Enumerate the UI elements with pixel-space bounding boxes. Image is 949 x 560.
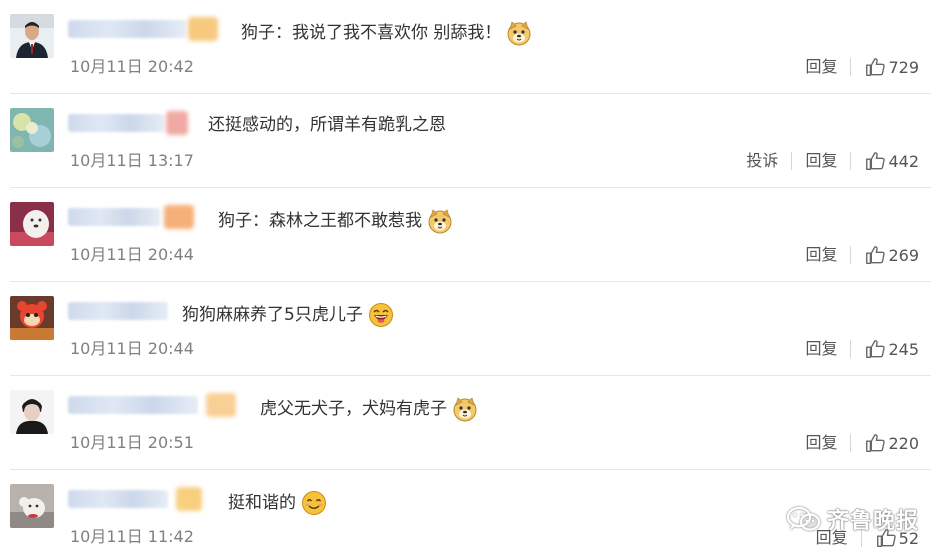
- user-badge: [166, 111, 188, 135]
- comment-item: 狗子：森林之王都不敢惹我 10月11日 20:44 回复 269: [0, 188, 949, 282]
- doge-emoji: [507, 21, 531, 46]
- avatar[interactable]: [10, 108, 54, 152]
- user-badge: [176, 487, 202, 511]
- comment-text: 狗狗麻麻养了5只虎儿子: [182, 305, 363, 325]
- action-separator: [850, 434, 852, 452]
- comment-text-row: 虎父无犬子，犬妈有虎子: [260, 396, 478, 422]
- comment-actions: 回复 269: [805, 243, 919, 267]
- avatar[interactable]: [10, 202, 54, 246]
- smile-emoji: [302, 491, 326, 515]
- wechat-icon: [786, 506, 821, 531]
- avatar-image: [10, 202, 54, 246]
- laughing-emoji: [368, 303, 393, 327]
- comment-time: 10月11日 11:42: [70, 527, 194, 546]
- comment-text: 虎父无犬子，犬妈有虎子: [260, 399, 447, 419]
- username-blurred[interactable]: [68, 20, 186, 38]
- reply-button[interactable]: 回复: [805, 244, 837, 266]
- comment-item: 虎父无犬子，犬妈有虎子 10月11日 20:51 回复 220: [0, 376, 949, 470]
- action-separator: [850, 152, 852, 170]
- action-separator: [850, 246, 852, 264]
- comment-time: 10月11日 20:44: [70, 339, 194, 358]
- avatar-image: [10, 390, 54, 434]
- comment-time: 10月11日 20:42: [70, 57, 194, 76]
- comment-text-row: 狗子：我说了我不喜欢你 别舔我！: [241, 20, 532, 46]
- comment-item: 还挺感动的，所谓羊有跪乳之恩 10月11日 13:17 投诉 回复 442: [0, 94, 949, 188]
- like-count: 442: [888, 151, 919, 171]
- doge-emoji: [453, 397, 477, 422]
- like-button[interactable]: 442: [864, 150, 919, 172]
- avatar[interactable]: [10, 296, 54, 340]
- comment-text: 挺和谐的: [228, 493, 296, 513]
- action-separator: [791, 152, 793, 170]
- comment-text: 还挺感动的，所谓羊有跪乳之恩: [208, 115, 446, 135]
- comment-text-row: 挺和谐的: [228, 490, 327, 516]
- avatar-image: [10, 484, 54, 528]
- thumbs-up-icon: [866, 434, 886, 452]
- reply-button[interactable]: 回复: [805, 56, 837, 78]
- thumbs-up-icon: [866, 58, 886, 76]
- thumbs-up-icon: [866, 246, 886, 264]
- action-separator: [850, 340, 852, 358]
- avatar[interactable]: [10, 484, 54, 528]
- like-count: 269: [888, 245, 919, 265]
- avatar[interactable]: [10, 14, 54, 58]
- user-badge: [164, 205, 194, 229]
- watermark: 齐鲁晚报: [785, 503, 919, 535]
- comment-text: 狗子：我说了我不喜欢你 别舔我！: [241, 23, 502, 43]
- comment-actions: 回复 245: [805, 337, 919, 361]
- comment-time: 10月11日 20:51: [70, 433, 194, 452]
- like-count: 220: [888, 433, 919, 453]
- like-count: 245: [888, 339, 919, 359]
- like-button[interactable]: 269: [864, 244, 919, 266]
- comment-actions: 回复 729: [805, 55, 919, 79]
- comment-text-row: 还挺感动的，所谓羊有跪乳之恩: [208, 114, 446, 136]
- comment-text: 狗子：森林之王都不敢惹我: [218, 211, 422, 231]
- comment-item: 狗子：我说了我不喜欢你 别舔我！ 10月11日 20:42 回复 729: [0, 0, 949, 94]
- avatar-image: [10, 14, 54, 58]
- reply-button[interactable]: 回复: [805, 432, 837, 454]
- comment-text-row: 狗狗麻麻养了5只虎儿子: [182, 302, 394, 328]
- comment-actions: 投诉 回复 442: [746, 149, 919, 173]
- reply-button[interactable]: 回复: [805, 338, 837, 360]
- thumbs-up-icon: [866, 340, 886, 358]
- user-badge: [188, 17, 218, 41]
- like-count: 729: [888, 57, 919, 77]
- user-badge: [206, 393, 236, 417]
- comment-list: 狗子：我说了我不喜欢你 别舔我！ 10月11日 20:42 回复 729 还挺感…: [0, 0, 949, 560]
- thumbs-up-icon: [866, 152, 886, 170]
- comment-actions: 回复 220: [805, 431, 919, 455]
- reply-button[interactable]: 回复: [805, 150, 837, 172]
- watermark-text: 齐鲁晚报: [827, 509, 920, 534]
- username-blurred[interactable]: [68, 490, 168, 508]
- username-blurred[interactable]: [68, 208, 160, 226]
- avatar[interactable]: [10, 390, 54, 434]
- report-button[interactable]: 投诉: [746, 150, 778, 172]
- username-blurred[interactable]: [68, 396, 198, 414]
- doge-emoji: [428, 209, 452, 234]
- action-separator: [850, 58, 852, 76]
- like-button[interactable]: 245: [864, 338, 919, 360]
- avatar-image: [10, 108, 54, 152]
- avatar-image: [10, 296, 54, 340]
- username-blurred[interactable]: [68, 114, 164, 132]
- username-blurred[interactable]: [68, 302, 168, 320]
- comment-time: 10月11日 13:17: [70, 151, 194, 170]
- comment-item: 狗狗麻麻养了5只虎儿子 10月11日 20:44 回复 245: [0, 282, 949, 376]
- like-button[interactable]: 220: [864, 432, 919, 454]
- comment-time: 10月11日 20:44: [70, 245, 194, 264]
- like-button[interactable]: 729: [864, 56, 919, 78]
- comment-text-row: 狗子：森林之王都不敢惹我: [218, 208, 453, 234]
